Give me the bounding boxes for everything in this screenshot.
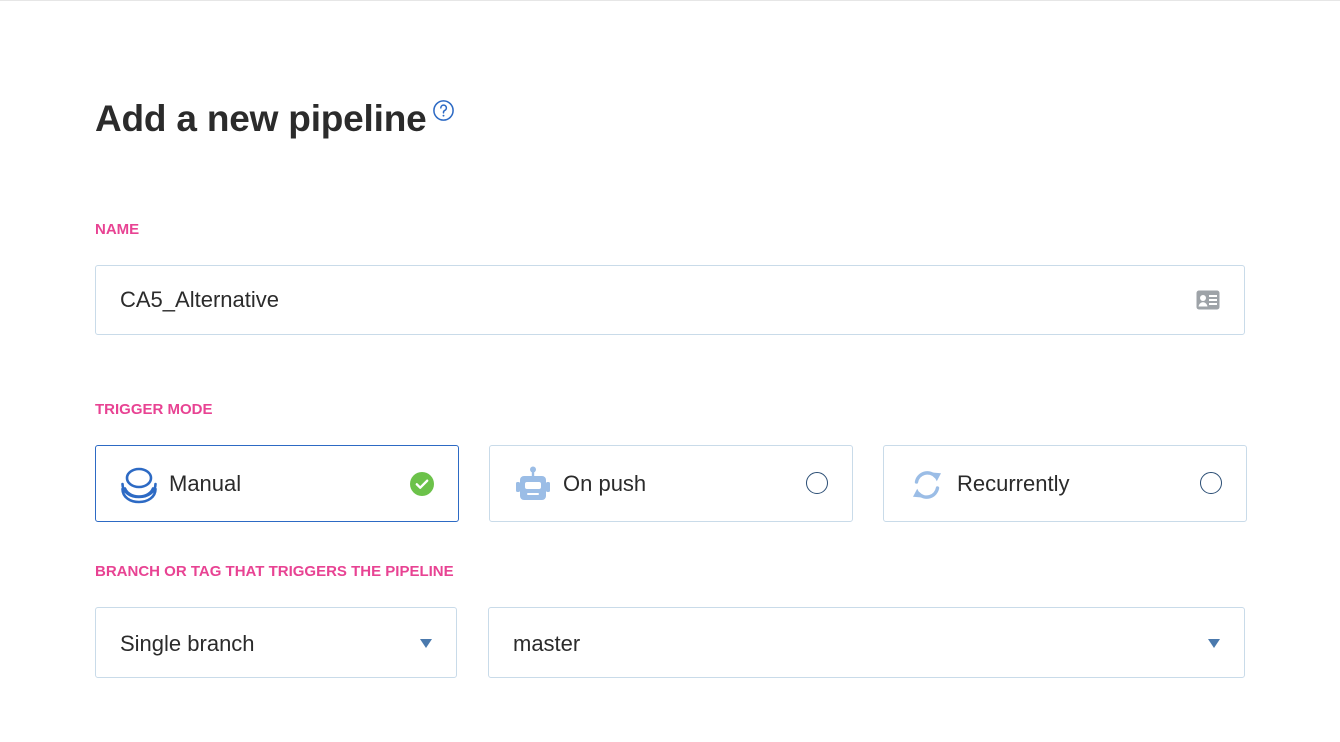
top-divider bbox=[0, 0, 1340, 1]
page-title: Add a new pipeline bbox=[95, 98, 427, 139]
trigger-label-on-push: On push bbox=[563, 471, 647, 496]
branch-section-label: BRANCH OR TAG THAT TRIGGERS THE PIPELINE bbox=[95, 563, 454, 580]
trigger-option-on-push[interactable]: On push bbox=[489, 445, 853, 522]
branch-name-value: master bbox=[513, 631, 581, 656]
caret-down-icon bbox=[420, 639, 432, 648]
trigger-option-manual[interactable]: Manual bbox=[95, 445, 459, 522]
caret-down-icon bbox=[1208, 639, 1220, 648]
branch-mode-value: Single branch bbox=[120, 631, 255, 656]
robot-icon bbox=[516, 466, 550, 500]
pipeline-name-field[interactable] bbox=[95, 265, 1245, 335]
name-section-label: NAME bbox=[95, 221, 140, 238]
branch-name-select[interactable]: master bbox=[488, 607, 1245, 678]
refresh-icon bbox=[913, 471, 941, 499]
radio-button[interactable] bbox=[806, 472, 828, 494]
branch-mode-select[interactable]: Single branch bbox=[95, 607, 457, 678]
question-circle-icon[interactable] bbox=[432, 99, 455, 122]
contact-card-icon bbox=[1196, 290, 1220, 310]
trigger-label-manual: Manual bbox=[169, 471, 242, 496]
trigger-option-recurrently[interactable]: Recurrently bbox=[883, 445, 1247, 522]
radio-button[interactable] bbox=[1200, 472, 1222, 494]
check-circle-icon bbox=[410, 472, 434, 496]
trigger-label-recurrently: Recurrently bbox=[957, 471, 1070, 496]
manual-stack-icon bbox=[121, 467, 157, 504]
pipeline-name-input[interactable] bbox=[120, 266, 1180, 334]
trigger-section-label: TRIGGER MODE bbox=[95, 401, 213, 418]
